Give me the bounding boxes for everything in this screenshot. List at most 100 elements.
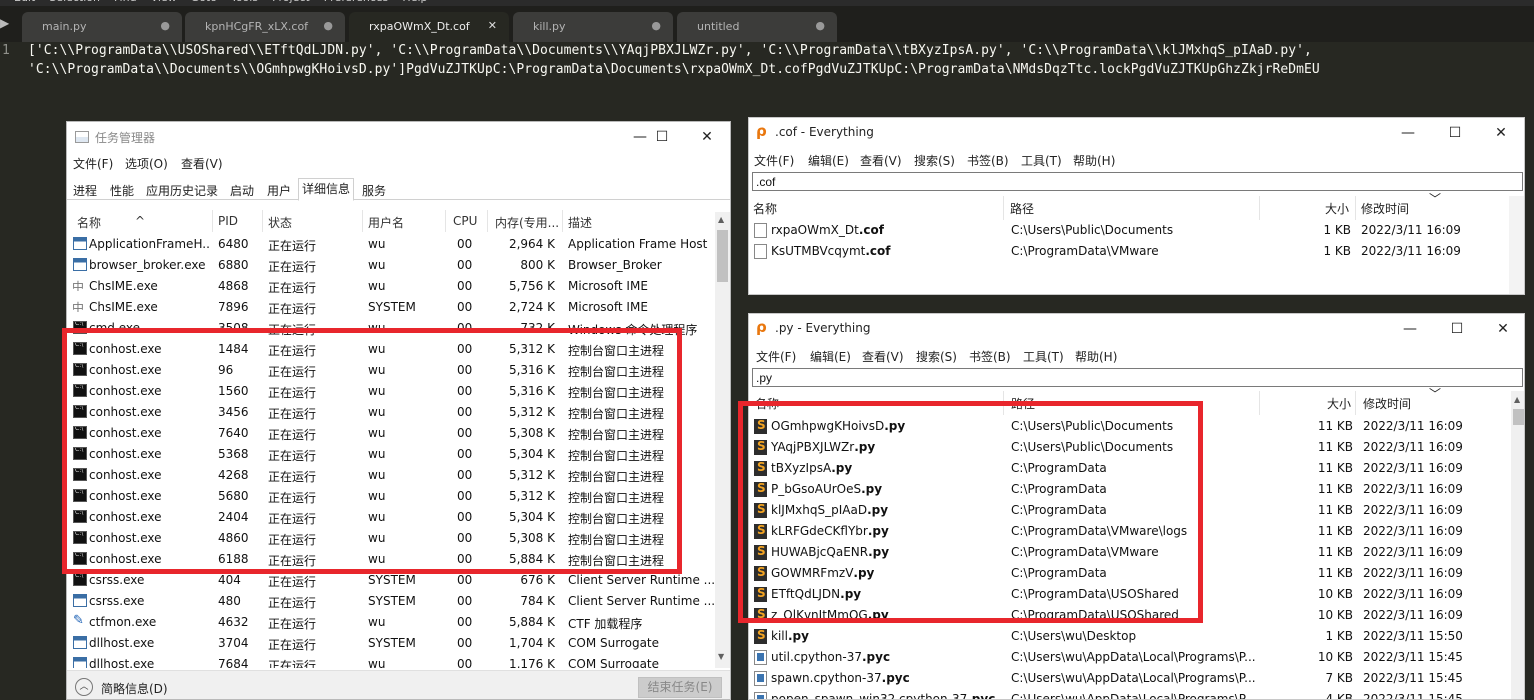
col-memory[interactable]: 内存(专用... — [495, 214, 559, 231]
process-row[interactable]: ✎ ctfmon.exe 4632 正在运行 wu 00 5,884 K CTF 加载程序 — [67, 612, 715, 633]
tab-kill-py[interactable]: kill.py ● — [513, 12, 673, 42]
menu-options[interactable]: 选项(O) — [125, 155, 168, 172]
file-row[interactable]: HUWABjcQaENR.py C:\ProgramData\VMware 11 K… — [749, 542, 1509, 563]
col-path[interactable]: 路径 — [1011, 395, 1035, 412]
file-row[interactable]: spawn.cpython-37.pyc C:\Users\wu\AppData\… — [749, 668, 1509, 689]
tab-main-py[interactable]: main.py ● — [22, 12, 182, 42]
tab-kpnHCgFR-cof[interactable]: kpnHCgFR_xLX.cof ● — [185, 12, 345, 42]
file-row[interactable]: OGmhpwgKHoivsD.py C:\Users\Public\Documen… — [749, 416, 1509, 437]
tab-startup[interactable]: 启动 — [230, 180, 254, 200]
search-input[interactable] — [752, 368, 1523, 387]
menu-item[interactable]: Goto — [191, 0, 217, 4]
process-row[interactable]: conhost.exe 4860 正在运行 wu 00 5,308 K 控制台窗口主进程 — [67, 528, 715, 549]
process-row[interactable]: browser_broker.exe 6880 正在运行 wu 00 800 K Brows… — [67, 255, 715, 276]
minimize-button[interactable]: — — [1390, 318, 1430, 340]
menu-item[interactable]: 文件(F) — [754, 152, 794, 169]
col-status[interactable]: 状态 — [268, 214, 292, 231]
scroll-down-icon[interactable]: ▼ — [718, 652, 724, 661]
task-manager-titlebar[interactable]: 任务管理器 — ☐ ✕ — [67, 122, 730, 152]
code-line-1[interactable]: ['C:\\ProgramData\\USOShared\\ETftQdLJDN… — [28, 43, 1312, 58]
tab-untitled[interactable]: untitled ● — [677, 12, 837, 42]
col-size[interactable]: 大小 — [1327, 395, 1351, 412]
menu-item[interactable]: Preferences — [324, 0, 389, 4]
col-name[interactable]: 名称 — [77, 214, 101, 231]
col-modified[interactable]: 修改时间 — [1361, 200, 1409, 217]
modified-dot-icon[interactable]: ● — [651, 19, 661, 32]
code-line-2[interactable]: 'C:\\ProgramData\\Documents\\OGmhpwgKHoi… — [28, 62, 1320, 77]
modified-dot-icon[interactable]: ● — [160, 19, 170, 32]
process-row[interactable]: cmd.exe 3508 正在运行 wu 00 732 K Windows 命令处理程序 — [67, 318, 715, 339]
scroll-thumb[interactable] — [717, 230, 728, 282]
file-row[interactable]: KsUTMBVcqymt.cof C:\ProgramData\VMware 1 K… — [749, 241, 1509, 262]
col-name[interactable]: 名称 — [755, 395, 779, 412]
close-button[interactable]: ✕ — [1481, 122, 1521, 144]
file-row[interactable]: klJMxhqS_pIAaD.py C:\ProgramData 11 KB 2022… — [749, 500, 1509, 521]
menu-item[interactable]: 文件(F) — [756, 348, 796, 365]
col-description[interactable]: 描述 — [568, 214, 592, 231]
menu-item[interactable]: 书签(B) — [969, 348, 1011, 365]
close-button[interactable]: ✕ — [687, 126, 727, 148]
menu-item[interactable]: 查看(V) — [860, 152, 902, 169]
file-row[interactable]: kill.py C:\Users\wu\Desktop 1 KB 2022/3/11 … — [749, 626, 1509, 647]
file-row[interactable]: z_OlKvnJtMmQG.py C:\ProgramData\USOShared… — [749, 605, 1509, 626]
process-row[interactable]: conhost.exe 5368 正在运行 wu 00 5,304 K 控制台窗口主进程 — [67, 444, 715, 465]
tab-scroll-left-icon[interactable]: ▶ — [0, 16, 10, 32]
file-row[interactable]: kLRFGdeCKflYbr.py C:\ProgramData\VMware\l… — [749, 521, 1509, 542]
process-row[interactable]: 中 ChsIME.exe 7896 正在运行 SYSTEM 00 2,724 K Micros… — [67, 297, 715, 318]
everything-cof-titlebar[interactable]: ρ .cof - Everything — ☐ ✕ — [749, 118, 1524, 148]
close-button[interactable]: ✕ — [1483, 318, 1523, 340]
menu-item[interactable]: Project — [272, 0, 310, 4]
tab-processes[interactable]: 进程 — [73, 180, 97, 200]
maximize-button[interactable]: ☐ — [1435, 122, 1475, 144]
menu-file[interactable]: 文件(F) — [73, 155, 113, 172]
menu-item[interactable]: 查看(V) — [862, 348, 904, 365]
search-input[interactable] — [752, 172, 1523, 191]
file-row[interactable]: tBXyzIpsA.py C:\ProgramData 11 KB 2022/3/11… — [749, 458, 1509, 479]
tab-users[interactable]: 用户 — [267, 180, 291, 200]
file-row[interactable]: ETftQdLJDN.py C:\ProgramData\USOShared 10 … — [749, 584, 1509, 605]
menu-item[interactable]: 帮助(H) — [1075, 348, 1117, 365]
process-row[interactable]: csrss.exe 480 正在运行 SYSTEM 00 784 K Client Serv… — [67, 591, 715, 612]
col-name[interactable]: 名称 — [753, 200, 777, 217]
process-row[interactable]: conhost.exe 5680 正在运行 wu 00 5,312 K 控制台窗口主进程 — [67, 486, 715, 507]
process-row[interactable]: conhost.exe 6188 正在运行 wu 00 5,884 K 控制台窗口主进程 — [67, 549, 715, 570]
process-row[interactable]: conhost.exe 1560 正在运行 wu 00 5,316 K 控制台窗口主进程 — [67, 381, 715, 402]
menu-item[interactable]: 编辑(E) — [810, 348, 851, 365]
process-row[interactable]: dllhost.exe 7684 正在运行 wu 00 1,176 K COM Surrog… — [67, 654, 715, 668]
maximize-button[interactable]: ☐ — [642, 126, 682, 148]
file-row[interactable]: popen_spawn_win32.cpython-37.pyc C:\Users… — [749, 689, 1509, 699]
tab-performance[interactable]: 性能 — [110, 180, 134, 200]
tab-details[interactable]: 详细信息 — [298, 178, 355, 201]
process-row[interactable]: conhost.exe 1484 正在运行 wu 00 5,312 K 控制台窗口主进程 — [67, 339, 715, 360]
file-row[interactable]: GOWMRFmzV.py C:\ProgramData 11 KB 2022/3/11… — [749, 563, 1509, 584]
menu-item[interactable]: 编辑(E) — [808, 152, 849, 169]
col-size[interactable]: 大小 — [1325, 200, 1349, 217]
menu-item[interactable]: 帮助(H) — [1073, 152, 1115, 169]
tab-services[interactable]: 服务 — [362, 180, 386, 200]
menu-item[interactable]: 工具(T) — [1023, 348, 1064, 365]
scroll-up-icon[interactable]: ▲ — [718, 215, 724, 224]
process-row[interactable]: dllhost.exe 3704 正在运行 SYSTEM 00 1,704 K COM Su… — [67, 633, 715, 654]
menu-item[interactable]: Help — [402, 0, 427, 4]
chevron-up-icon[interactable]: ︿ — [75, 678, 93, 696]
process-row[interactable]: conhost.exe 4268 正在运行 wu 00 5,312 K 控制台窗口主进程 — [67, 465, 715, 486]
scroll-up-icon[interactable]: ▲ — [1514, 395, 1520, 404]
col-modified[interactable]: 修改时间 — [1363, 395, 1411, 412]
file-row[interactable]: rxpaOWmX_Dt.cof C:\Users\Public\Documents… — [749, 220, 1509, 241]
menu-item[interactable]: 搜索(S) — [916, 348, 957, 365]
end-task-button[interactable]: 结束任务(E) — [638, 677, 722, 698]
file-row[interactable]: YAqjPBXJLWZr.py C:\Users\Public\Documents… — [749, 437, 1509, 458]
process-row[interactable]: conhost.exe 7640 正在运行 wu 00 5,308 K 控制台窗口主进程 — [67, 423, 715, 444]
menu-view[interactable]: 查看(V) — [181, 155, 223, 172]
task-scrollbar[interactable]: ▲ ▼ — [715, 212, 730, 668]
everything-py-titlebar[interactable]: ρ .py - Everything — ☐ ✕ — [749, 314, 1524, 344]
col-path[interactable]: 路径 — [1010, 200, 1034, 217]
tab-app-history[interactable]: 应用历史记录 — [146, 180, 218, 200]
process-row[interactable]: conhost.exe 96 正在运行 wu 00 5,316 K 控制台窗口主进程 — [67, 360, 715, 381]
process-row[interactable]: 中 ChsIME.exe 4868 正在运行 wu 00 5,756 K Microsoft … — [67, 276, 715, 297]
tab-rxpaOWmX-cof[interactable]: rxpaOWmX_Dt.cof ✕ — [349, 12, 509, 42]
modified-dot-icon[interactable]: ● — [815, 19, 825, 32]
process-row[interactable]: conhost.exe 3456 正在运行 wu 00 5,312 K 控制台窗口主进程 — [67, 402, 715, 423]
col-pid[interactable]: PID — [218, 214, 238, 228]
results-scrollbar[interactable] — [1509, 196, 1524, 294]
